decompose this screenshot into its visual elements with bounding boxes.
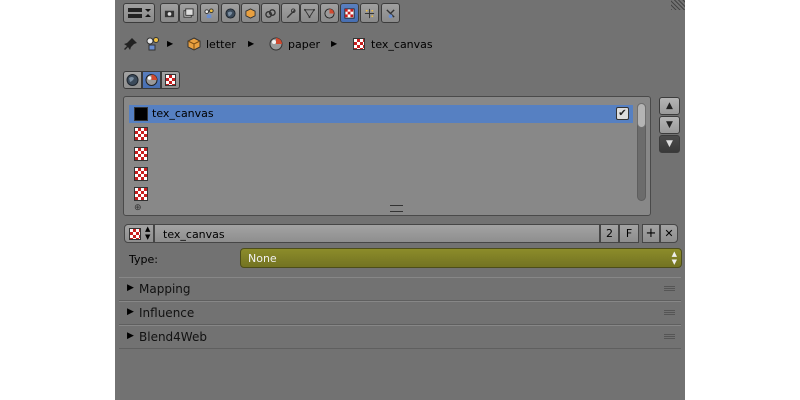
enable-checkbox[interactable]: ✔ xyxy=(616,107,629,120)
tab-texture[interactable] xyxy=(340,3,359,23)
panel-title: Mapping xyxy=(139,282,191,296)
panel-title: Blend4Web xyxy=(139,330,207,344)
tab-data[interactable] xyxy=(300,3,319,23)
move-slot-down-button[interactable]: ▼ xyxy=(659,116,680,134)
tab-world[interactable] xyxy=(221,3,240,23)
physics-icon xyxy=(386,8,395,18)
texture-checker-icon xyxy=(165,74,176,86)
render-icon xyxy=(164,10,175,17)
expand-triangle-icon: ▶ xyxy=(127,331,134,341)
panel-title: Influence xyxy=(139,306,195,320)
type-label: Type: xyxy=(129,253,158,266)
scene-icon xyxy=(204,7,214,18)
list-item-label: tex_canvas xyxy=(152,107,214,120)
new-texture-button[interactable]: + xyxy=(642,224,660,243)
material-sphere-icon xyxy=(269,37,283,51)
properties-editor: ▶ letter ▶ paper ▶ tex_canvas tex_canvas… xyxy=(115,0,685,400)
list-filter-toggle-icon[interactable]: ⊕ xyxy=(134,203,142,213)
fake-user-button[interactable]: F xyxy=(619,224,639,243)
breadcrumb-texture[interactable]: tex_canvas xyxy=(371,38,433,51)
texture-browse-button[interactable]: ▲ ▼ xyxy=(124,224,154,243)
texture-checker-icon xyxy=(134,167,148,181)
texture-checker-icon xyxy=(134,187,148,201)
breadcrumb-material[interactable]: paper xyxy=(288,38,320,51)
texture-name-value: tex_canvas xyxy=(163,228,225,241)
influence-panel-header[interactable]: ▶ Influence xyxy=(119,301,681,325)
texture-checker-icon xyxy=(134,127,148,141)
list-item[interactable]: tex_canvas ✔ xyxy=(129,105,633,123)
properties-header xyxy=(115,0,685,26)
material-icon xyxy=(324,7,335,19)
scene-data-icon xyxy=(146,37,159,51)
world-icon xyxy=(225,7,236,19)
breadcrumb: ▶ letter ▶ paper ▶ tex_canvas xyxy=(115,34,685,56)
data-icon xyxy=(304,8,315,18)
texture-id-row: ▲ ▼ tex_canvas 2 F + ✕ xyxy=(120,224,682,243)
texture-preview-black xyxy=(134,107,148,121)
mapping-panel-header[interactable]: ▶ Mapping xyxy=(119,277,681,301)
tab-render[interactable] xyxy=(160,3,179,23)
texture-type-value: None xyxy=(248,252,277,265)
texture-name-field[interactable]: tex_canvas xyxy=(154,224,600,243)
other-texture-button[interactable] xyxy=(161,71,180,89)
object-icon xyxy=(245,7,256,19)
expand-triangle-icon: ▶ xyxy=(127,307,134,317)
object-cube-icon xyxy=(187,37,201,51)
tab-object[interactable] xyxy=(241,3,260,23)
tab-constraints[interactable] xyxy=(261,3,280,23)
tab-scene[interactable] xyxy=(200,3,219,23)
editor-type-button[interactable] xyxy=(123,3,155,23)
slot-specials-menu-button[interactable]: ▼ xyxy=(659,135,680,153)
panel-drag-handle[interactable] xyxy=(664,286,675,292)
panel-drag-handle[interactable] xyxy=(664,334,675,340)
updown-arrows-icon: ▲ ▼ xyxy=(145,225,151,241)
tab-physics[interactable] xyxy=(381,3,400,23)
world-icon xyxy=(126,74,139,86)
material-icon xyxy=(145,74,158,86)
texture-type-dropdown[interactable]: None ▲ ▼ xyxy=(240,248,682,268)
material-texture-button[interactable] xyxy=(142,71,161,89)
tab-material[interactable] xyxy=(320,3,339,23)
render-layers-icon xyxy=(183,7,194,18)
texture-users-count[interactable]: 2 xyxy=(600,224,619,243)
texture-checker-icon xyxy=(353,38,365,50)
unlink-texture-button[interactable]: ✕ xyxy=(660,224,678,243)
move-slot-up-button[interactable]: ▲ xyxy=(659,97,680,115)
list-resize-grip[interactable] xyxy=(390,205,403,212)
list-item[interactable] xyxy=(129,125,633,143)
constraints-icon xyxy=(265,8,276,18)
breadcrumb-object[interactable]: letter xyxy=(206,38,236,51)
breadcrumb-separator: ▶ xyxy=(248,39,255,48)
tab-render-layers[interactable] xyxy=(179,3,198,23)
tab-particles[interactable] xyxy=(360,3,379,23)
tab-modifier[interactable] xyxy=(281,3,300,23)
expand-triangle-icon: ▶ xyxy=(127,283,134,293)
world-texture-button[interactable] xyxy=(123,71,142,89)
panel-drag-handle[interactable] xyxy=(664,310,675,316)
list-item[interactable] xyxy=(129,165,633,183)
updown-arrows-icon: ▲ ▼ xyxy=(671,250,677,266)
blend4web-panel-header[interactable]: ▶ Blend4Web xyxy=(119,325,681,349)
list-item[interactable] xyxy=(129,185,633,203)
texture-slot-list: tex_canvas ✔ ⊕ xyxy=(123,96,651,216)
texture-icon xyxy=(344,7,355,19)
breadcrumb-separator: ▶ xyxy=(167,39,174,48)
list-item[interactable] xyxy=(129,145,633,163)
modifier-icon xyxy=(286,7,296,18)
breadcrumb-separator: ▶ xyxy=(331,39,338,48)
texture-checker-icon xyxy=(129,228,141,240)
particles-icon xyxy=(364,8,375,18)
editor-menu-icon xyxy=(128,8,151,18)
pin-icon[interactable] xyxy=(124,37,138,51)
texture-checker-icon xyxy=(134,147,148,161)
list-scrollbar-thumb[interactable] xyxy=(637,103,646,128)
